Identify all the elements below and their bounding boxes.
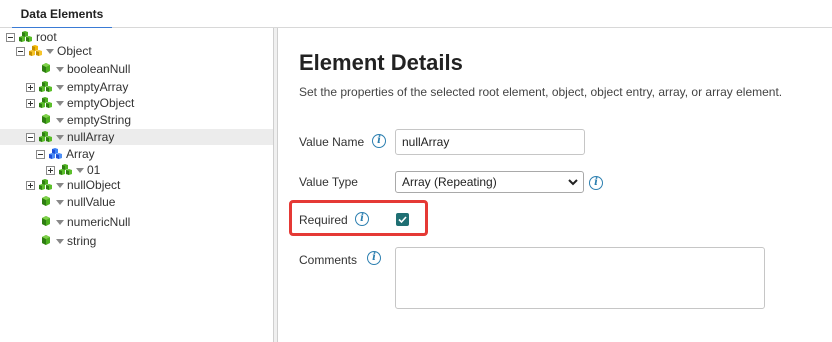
tree-node-01[interactable]: 01 bbox=[46, 162, 100, 178]
tree-node-label: emptyArray bbox=[67, 80, 129, 94]
required-checkbox[interactable] bbox=[396, 213, 409, 226]
object-cluster-icon bbox=[59, 164, 73, 176]
tree-node-booleannull[interactable]: booleanNull bbox=[26, 61, 130, 77]
tab-bar: Data Elements bbox=[0, 0, 832, 29]
value-type-select[interactable]: Array (Repeating) bbox=[395, 171, 584, 193]
value-type-label: Value Type bbox=[299, 175, 358, 189]
tree-node-label: booleanNull bbox=[67, 62, 131, 76]
tree-node-nullvalue[interactable]: nullValue bbox=[26, 194, 115, 210]
dropdown-arrow-icon[interactable] bbox=[46, 49, 54, 54]
tree-node-numericnull[interactable]: numericNull bbox=[26, 214, 130, 230]
dropdown-arrow-icon[interactable] bbox=[56, 101, 64, 106]
object-cluster-icon bbox=[39, 179, 53, 191]
required-info-icon[interactable]: i bbox=[355, 212, 369, 226]
element-details-panel: Element Details Set the properties of th… bbox=[278, 28, 832, 342]
expand-toggle-icon[interactable] bbox=[26, 98, 35, 108]
object-cluster-icon bbox=[39, 81, 53, 93]
dropdown-arrow-icon[interactable] bbox=[56, 135, 64, 140]
value-name-input[interactable]: nullArray bbox=[395, 129, 585, 155]
collapse-toggle-icon[interactable] bbox=[16, 46, 25, 56]
dropdown-arrow-icon[interactable] bbox=[56, 200, 64, 205]
value-type-info-icon[interactable]: i bbox=[589, 176, 603, 190]
tree-node-label: Array bbox=[66, 147, 95, 161]
value-cube-icon bbox=[39, 235, 53, 247]
object-cluster-icon bbox=[29, 45, 43, 57]
tree-node-string[interactable]: string bbox=[26, 233, 96, 249]
expand-toggle-icon[interactable] bbox=[26, 180, 35, 190]
value-cube-icon bbox=[39, 63, 53, 75]
tree-node-label: string bbox=[67, 234, 97, 248]
checkmark-icon bbox=[398, 216, 407, 224]
data-elements-tree: root Object booleanNull emptyArray empty… bbox=[0, 28, 273, 342]
value-cube-icon bbox=[39, 114, 53, 126]
tree-node-label: nullValue bbox=[67, 195, 116, 209]
value-name-label: Value Name bbox=[299, 135, 365, 149]
comments-label: Comments bbox=[299, 253, 358, 267]
dropdown-arrow-icon[interactable] bbox=[76, 168, 84, 173]
value-cube-icon bbox=[39, 216, 53, 228]
dropdown-arrow-icon[interactable] bbox=[56, 85, 64, 90]
tree-node-nullobject[interactable]: nullObject bbox=[26, 177, 120, 193]
page-title: Element Details bbox=[299, 50, 463, 75]
tree-node-emptystring[interactable]: emptyString bbox=[26, 112, 131, 128]
tree-node-label: numericNull bbox=[67, 215, 131, 229]
value-type-selected: Array (Repeating) bbox=[402, 175, 497, 189]
collapse-toggle-icon[interactable] bbox=[26, 132, 35, 142]
tree-node-nullarray[interactable]: nullArray bbox=[0, 129, 273, 145]
dropdown-arrow-icon[interactable] bbox=[56, 67, 64, 72]
object-cluster-icon bbox=[39, 131, 53, 143]
page-subtitle: Set the properties of the selected root … bbox=[299, 85, 783, 99]
tree-node-emptyarray[interactable]: emptyArray bbox=[26, 79, 128, 95]
tree-node-object[interactable]: Object bbox=[16, 43, 92, 59]
collapse-toggle-icon[interactable] bbox=[6, 32, 15, 42]
dropdown-arrow-icon[interactable] bbox=[56, 239, 64, 244]
object-cluster-icon bbox=[39, 97, 53, 109]
comments-info-icon[interactable]: i bbox=[367, 251, 381, 265]
value-cube-icon bbox=[39, 196, 53, 208]
tree-node-label: nullObject bbox=[67, 178, 121, 192]
collapse-toggle-icon[interactable] bbox=[36, 149, 45, 159]
expand-toggle-icon[interactable] bbox=[26, 82, 35, 92]
tab-data-elements[interactable]: Data Elements bbox=[12, 0, 112, 29]
dropdown-arrow-icon[interactable] bbox=[56, 118, 64, 123]
tree-node-label: emptyObject bbox=[67, 96, 135, 110]
tree-node-emptyobject[interactable]: emptyObject bbox=[26, 95, 134, 111]
dropdown-arrow-icon[interactable] bbox=[56, 183, 64, 188]
tree-node-label: 01 bbox=[87, 163, 101, 177]
value-name-info-icon[interactable]: i bbox=[372, 134, 386, 148]
expand-toggle-icon[interactable] bbox=[46, 165, 55, 175]
tree-node-label: emptyString bbox=[67, 113, 132, 127]
comments-textarea[interactable] bbox=[395, 247, 765, 309]
required-label: Required bbox=[299, 213, 348, 227]
tree-node-array[interactable]: Array bbox=[36, 146, 95, 162]
tree-node-label: Object bbox=[57, 44, 92, 58]
object-cluster-icon bbox=[19, 31, 33, 43]
dropdown-arrow-icon[interactable] bbox=[56, 220, 64, 225]
chevron-down-icon bbox=[568, 179, 578, 186]
array-cluster-icon bbox=[49, 148, 63, 160]
tree-node-label: nullArray bbox=[67, 130, 115, 144]
